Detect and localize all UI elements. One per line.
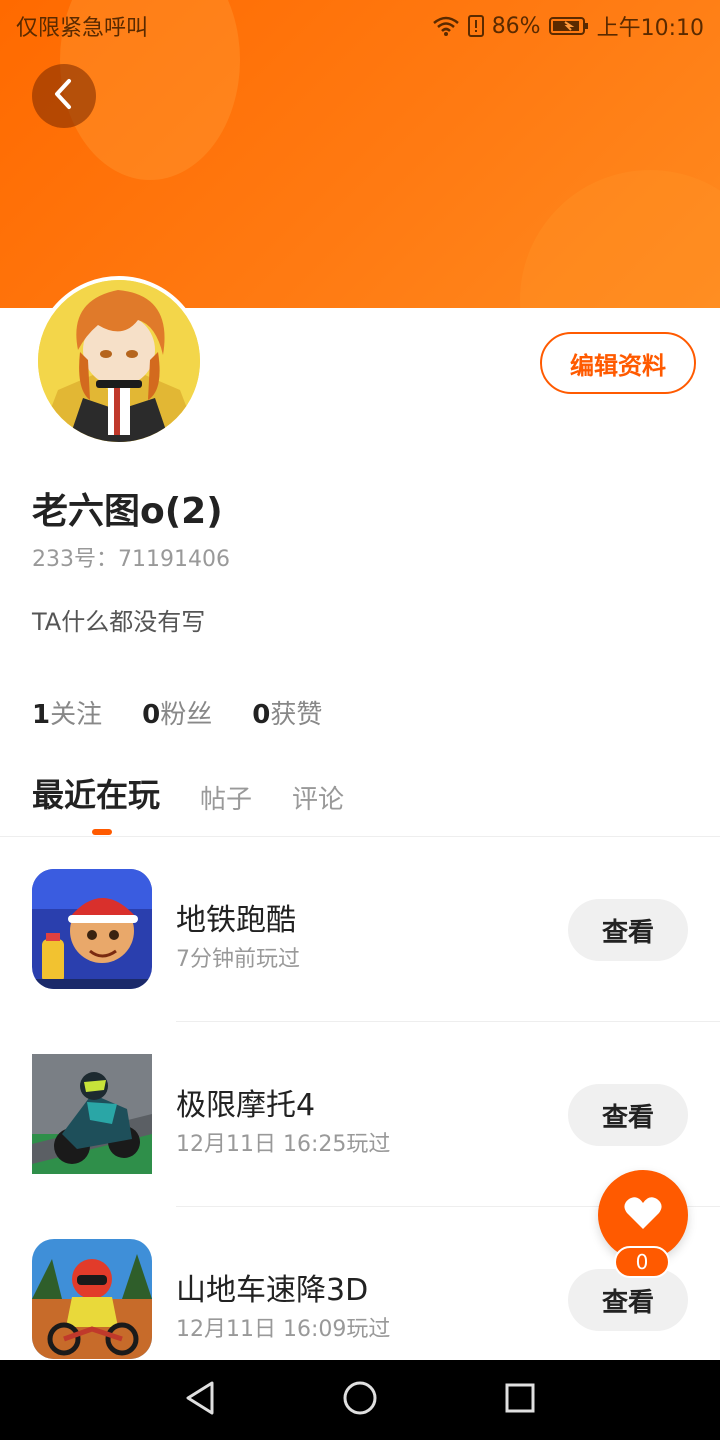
- stat-following[interactable]: 1关注: [32, 694, 102, 731]
- game-icon: [32, 1054, 152, 1174]
- nav-back-button[interactable]: [180, 1380, 220, 1420]
- view-button[interactable]: 查看: [568, 1084, 688, 1146]
- stat-label: 关注: [50, 700, 103, 730]
- wifi-icon: [432, 15, 460, 37]
- list-item[interactable]: 极限摩托4 12月11日 16:25玩过 查看: [0, 1022, 720, 1207]
- game-title: 山地车速降3D: [176, 1273, 369, 1308]
- tab-recently-played[interactable]: 最近在玩: [32, 770, 160, 816]
- stat-count: 0: [142, 700, 161, 730]
- banner-decoration: [520, 170, 720, 308]
- game-played-time: 12月11日 16:25玩过: [176, 1132, 391, 1157]
- active-tab-indicator: [92, 829, 112, 835]
- chevron-left-icon: [51, 77, 77, 115]
- stat-followers[interactable]: 0粉丝: [142, 694, 212, 731]
- nav-home-button[interactable]: [340, 1380, 380, 1420]
- home-circle-icon: [342, 1380, 378, 1420]
- avatar-image: [38, 280, 200, 442]
- game-icon: [32, 869, 152, 989]
- game-title: 地铁跑酷: [176, 903, 296, 938]
- stat-label: 获赞: [270, 700, 323, 730]
- sim-alert-icon: [467, 15, 484, 37]
- status-icons: 86% 上午10:10: [432, 10, 704, 42]
- heart-icon: [623, 1195, 663, 1235]
- bio-text: TA什么都没有写: [32, 608, 206, 636]
- stat-likes[interactable]: 0获赞: [252, 694, 322, 731]
- user-id: 233号：71191406: [32, 547, 230, 572]
- view-button[interactable]: 查看: [568, 899, 688, 961]
- stat-label: 粉丝: [160, 700, 213, 730]
- status-bar: 仅限紧急呼叫 86% 上午10:10: [0, 0, 720, 50]
- edit-profile-button[interactable]: 编辑资料: [540, 332, 696, 394]
- nickname: 老六图o(2): [32, 491, 223, 532]
- recents-square-icon: [504, 1382, 536, 1418]
- tab-posts[interactable]: 帖子: [200, 779, 252, 816]
- system-nav-bar: [0, 1360, 720, 1440]
- game-played-time: 7分钟前玩过: [176, 947, 300, 972]
- game-icon: [32, 1239, 152, 1359]
- tab-comments[interactable]: 评论: [292, 779, 344, 816]
- battery-icon: [548, 16, 589, 36]
- back-triangle-icon: [184, 1380, 216, 1420]
- list-item[interactable]: 地铁跑酷 7分钟前玩过 查看: [0, 837, 720, 1022]
- game-list: 地铁跑酷 7分钟前玩过 查看 极限摩托4 12月11日 16:25玩过 查看 山…: [0, 837, 720, 1392]
- battery-percent: 86%: [491, 13, 541, 39]
- game-played-time: 12月11日 16:09玩过: [176, 1317, 391, 1342]
- avatar[interactable]: [34, 276, 204, 446]
- game-title: 极限摩托4: [176, 1088, 316, 1123]
- like-count-badge: 0: [614, 1246, 670, 1278]
- carrier-text: 仅限紧急呼叫: [16, 16, 149, 41]
- stat-count: 0: [252, 700, 271, 730]
- clock-time: 上午10:10: [596, 16, 704, 41]
- back-button[interactable]: [32, 64, 96, 128]
- nav-recents-button[interactable]: [500, 1380, 540, 1420]
- stats-row: 1关注 0粉丝 0获赞: [32, 694, 322, 731]
- stat-count: 1: [32, 700, 51, 730]
- content-tabs: 最近在玩 帖子 评论: [32, 770, 344, 816]
- view-button[interactable]: 查看: [568, 1269, 688, 1331]
